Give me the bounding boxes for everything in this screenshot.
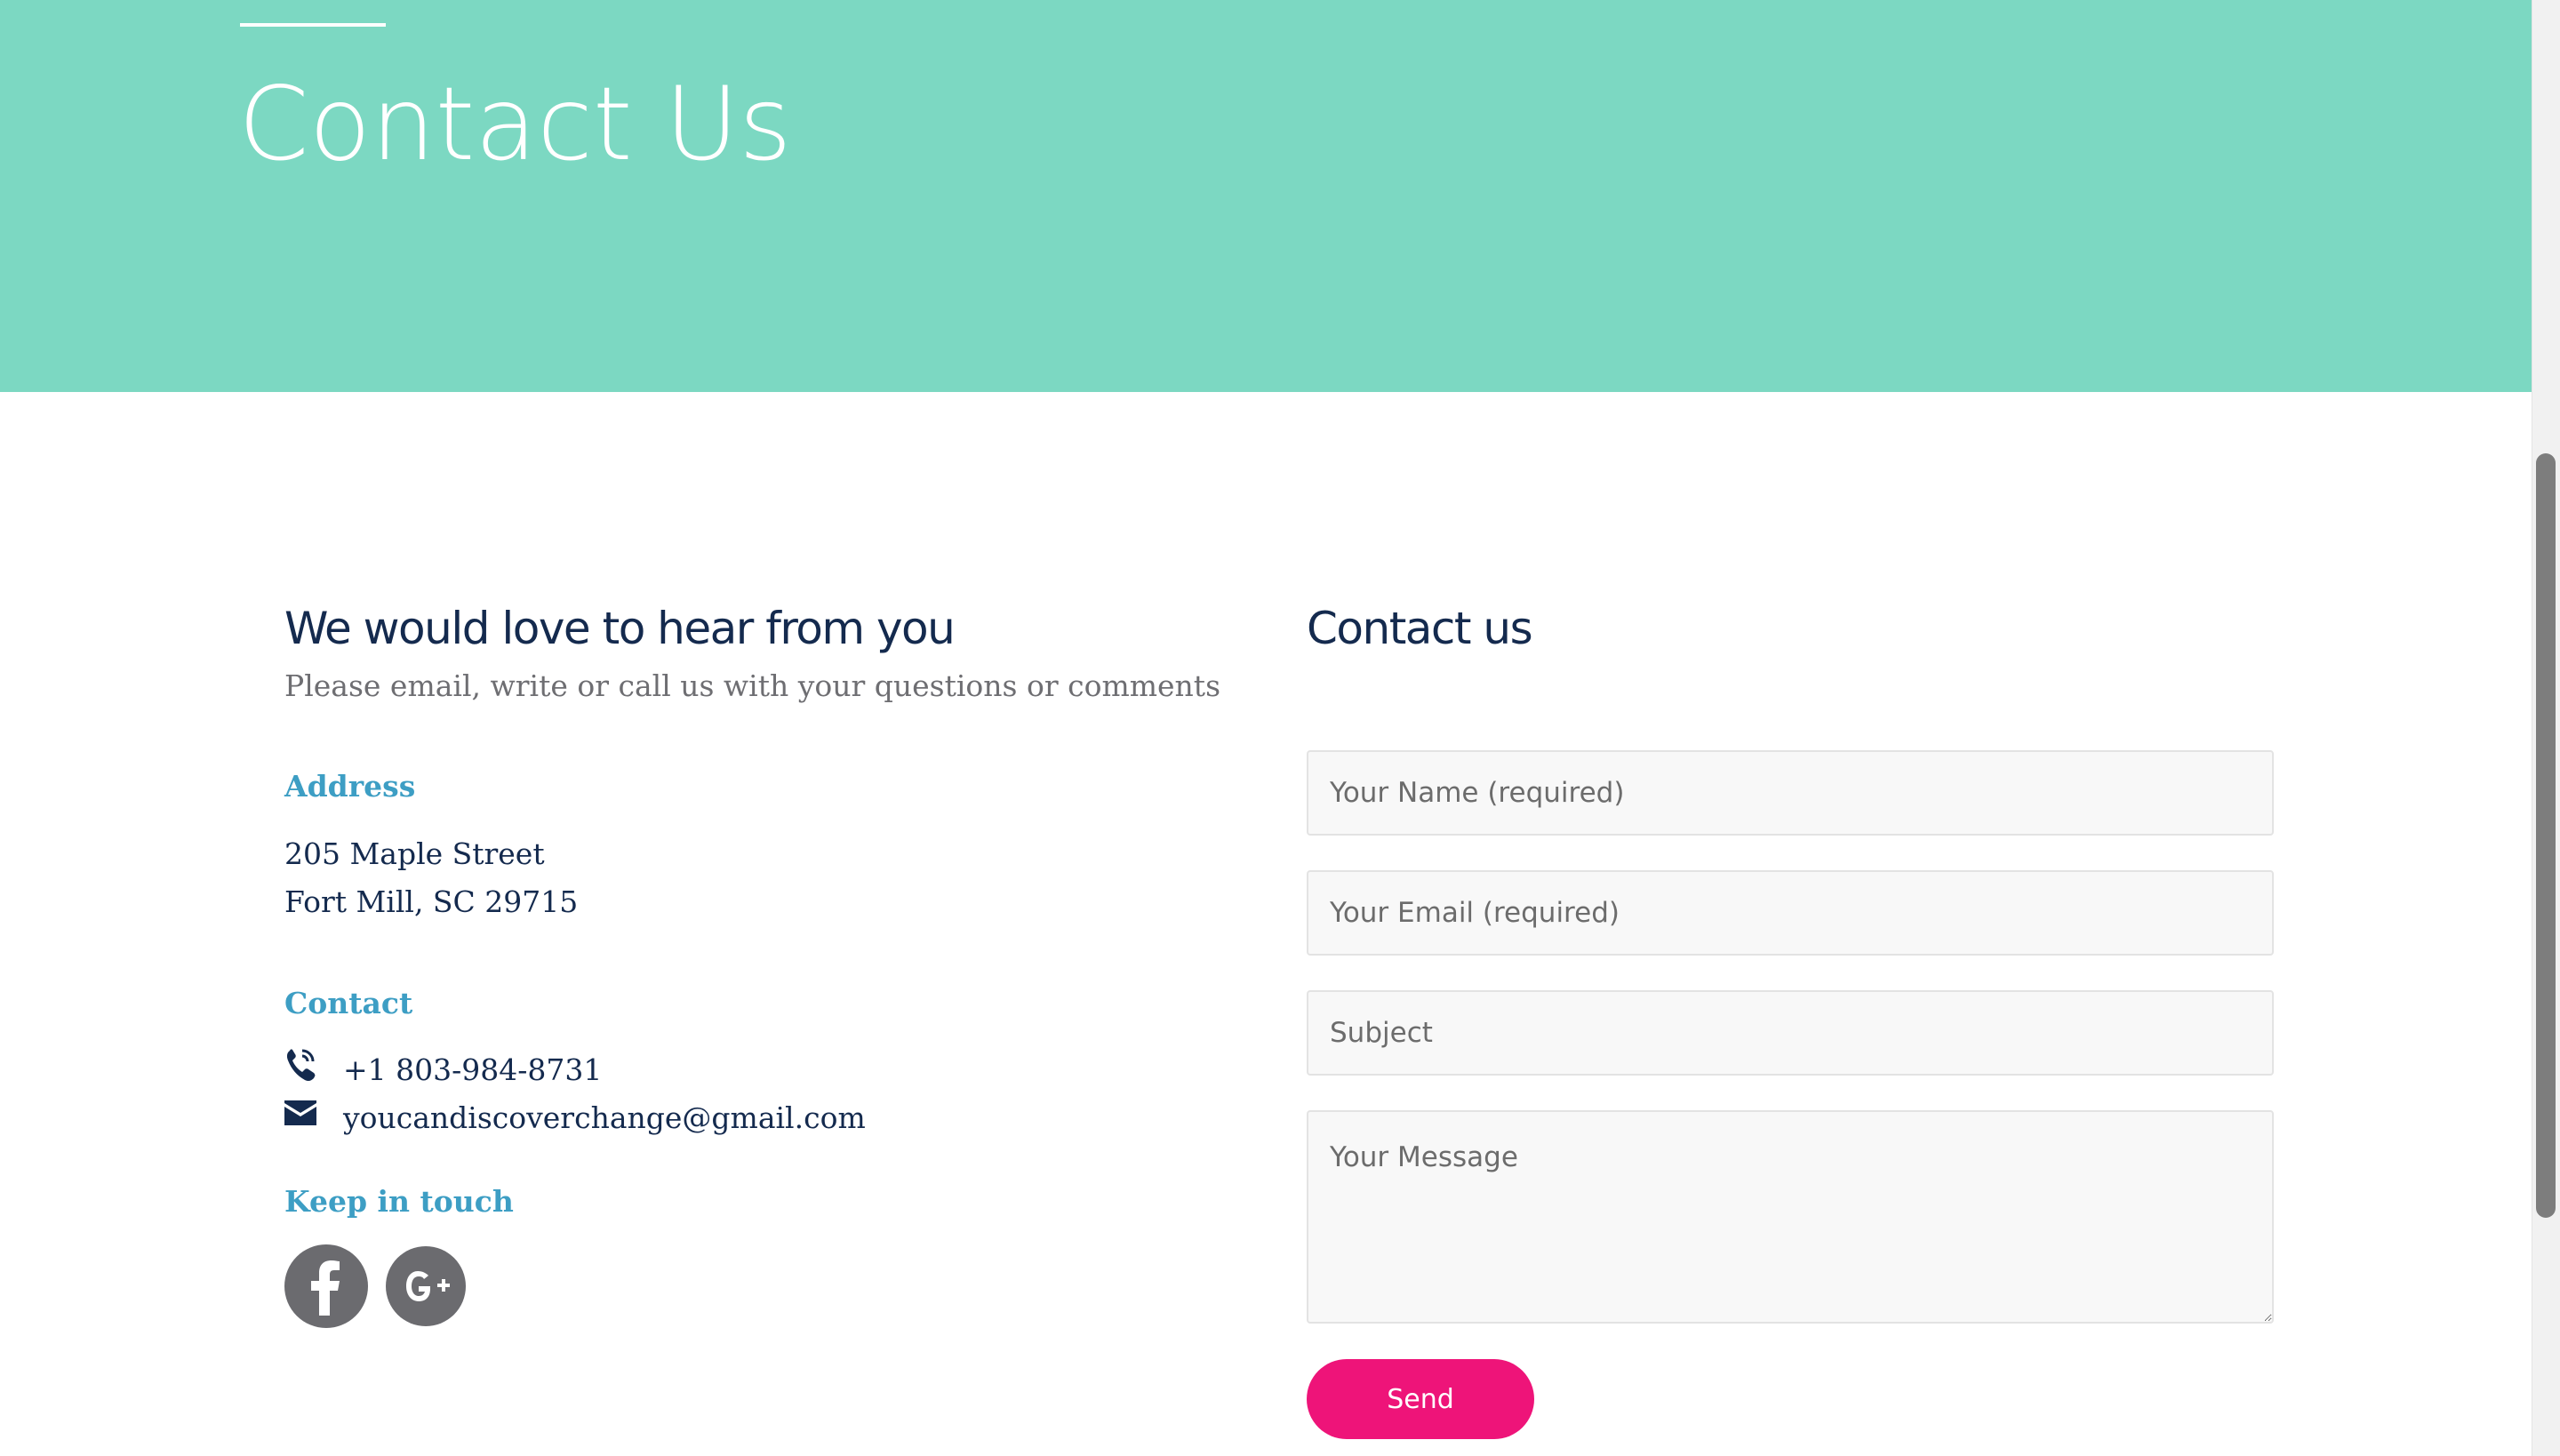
address-label: Address — [284, 769, 416, 804]
scrollbar-thumb[interactable] — [2536, 453, 2556, 1218]
phone-icon — [284, 1047, 316, 1083]
email-address: youcandiscoverchange@gmail.com — [343, 1100, 866, 1135]
facebook-icon — [311, 1260, 340, 1316]
envelope-icon — [284, 1095, 316, 1131]
google-plus-link[interactable] — [386, 1246, 466, 1326]
facebook-link[interactable] — [284, 1244, 368, 1328]
phone-number: +1 803-984-8731 — [343, 1052, 603, 1087]
address-city: Fort Mill, SC 29715 — [284, 884, 579, 919]
intro-subheading: Please email, write or call us with your… — [284, 668, 1221, 703]
page-title: Contact Us — [238, 65, 792, 183]
email-input[interactable] — [1307, 870, 2274, 956]
address-street: 205 Maple Street — [284, 836, 545, 871]
hero-banner: Contact Us — [0, 0, 2532, 392]
contact-label: Contact — [284, 986, 413, 1020]
subject-input[interactable] — [1307, 990, 2274, 1076]
google-plus-icon — [406, 1271, 450, 1301]
hero-divider — [240, 23, 386, 27]
keep-in-touch-label: Keep in touch — [284, 1184, 514, 1219]
intro-heading: We would love to hear from you — [284, 603, 956, 654]
message-textarea[interactable] — [1307, 1110, 2274, 1324]
send-button[interactable]: Send — [1307, 1359, 1534, 1439]
form-heading: Contact us — [1307, 603, 1533, 654]
contact-page: Contact Us We would love to hear from yo… — [0, 0, 2560, 1456]
name-input[interactable] — [1307, 750, 2274, 836]
